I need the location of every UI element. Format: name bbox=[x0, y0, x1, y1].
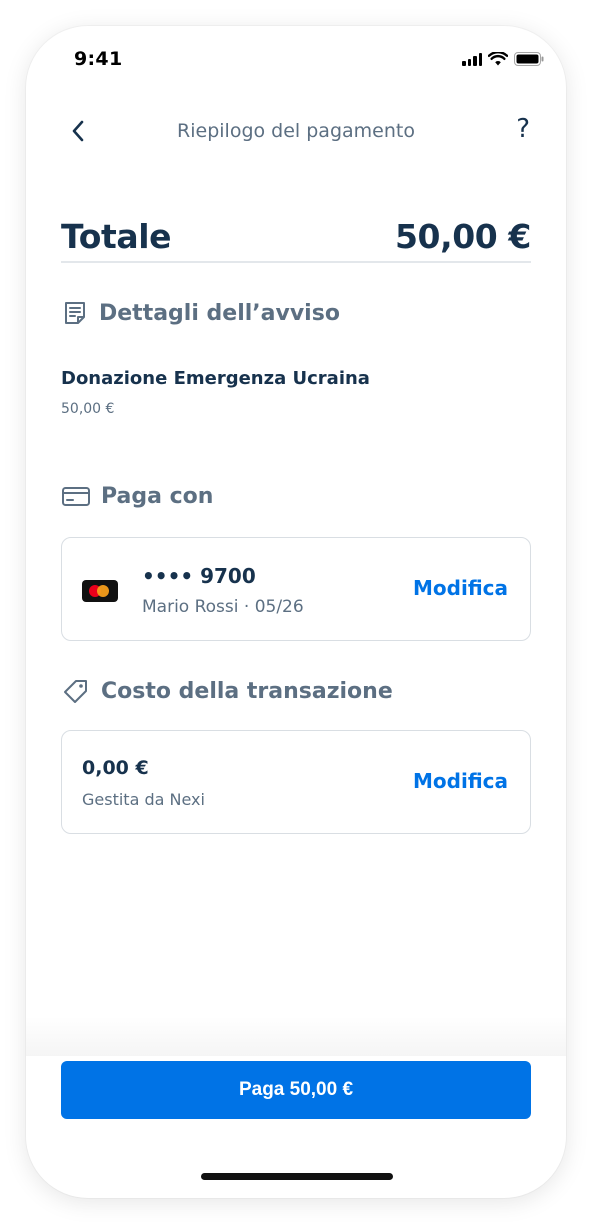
payment-method-card[interactable]: •••• 9700 Mario Rossi · 05/26 Modifica bbox=[61, 537, 531, 641]
fee-amount: 0,00 € bbox=[82, 757, 149, 779]
fee-provider: Gestita da Nexi bbox=[82, 790, 205, 809]
status-time: 9:41 bbox=[74, 48, 123, 70]
transaction-fee-card[interactable]: 0,00 € Gestita da Nexi Modifica bbox=[61, 730, 531, 834]
page-title: Riepilogo del pagamento bbox=[177, 120, 415, 142]
total-row: Totale 50,00 € bbox=[61, 209, 531, 263]
signal-icon bbox=[462, 52, 482, 66]
pay-button[interactable]: Paga 50,00 € bbox=[61, 1061, 531, 1119]
edit-fee-link[interactable]: Modifica bbox=[413, 769, 508, 793]
mastercard-icon bbox=[82, 580, 118, 602]
phone-frame: 9:41 Riepilogo del pagamento ? Totale 50… bbox=[26, 26, 566, 1198]
battery-icon bbox=[514, 52, 544, 66]
document-icon bbox=[65, 302, 85, 324]
notice-name: Donazione Emergenza Ucraina bbox=[61, 368, 370, 389]
payment-section-label: Paga con bbox=[101, 483, 214, 509]
home-indicator bbox=[201, 1173, 393, 1180]
status-icons bbox=[462, 52, 544, 66]
fee-section-label: Costo della transazione bbox=[101, 678, 393, 704]
total-label: Totale bbox=[61, 216, 172, 256]
notice-amount: 50,00 € bbox=[61, 401, 115, 417]
help-button[interactable]: ? bbox=[516, 114, 530, 144]
card-holder: Mario Rossi · 05/26 bbox=[142, 597, 304, 617]
payment-section-title: Paga con bbox=[61, 483, 213, 509]
total-value: 50,00 € bbox=[394, 216, 531, 256]
top-navigation: Riepilogo del pagamento ? bbox=[26, 112, 566, 152]
wifi-icon bbox=[488, 52, 508, 66]
tag-icon bbox=[64, 680, 87, 703]
credit-card-icon bbox=[62, 487, 90, 506]
notice-section-title: Dettagli dell’avviso bbox=[61, 299, 340, 327]
card-number: •••• 9700 bbox=[142, 564, 256, 588]
bottom-shadow bbox=[26, 1016, 566, 1056]
divider bbox=[61, 261, 531, 263]
fee-section-title: Costo della transazione bbox=[61, 676, 393, 706]
notice-section-label: Dettagli dell’avviso bbox=[99, 300, 340, 326]
edit-payment-method-link[interactable]: Modifica bbox=[413, 576, 508, 600]
